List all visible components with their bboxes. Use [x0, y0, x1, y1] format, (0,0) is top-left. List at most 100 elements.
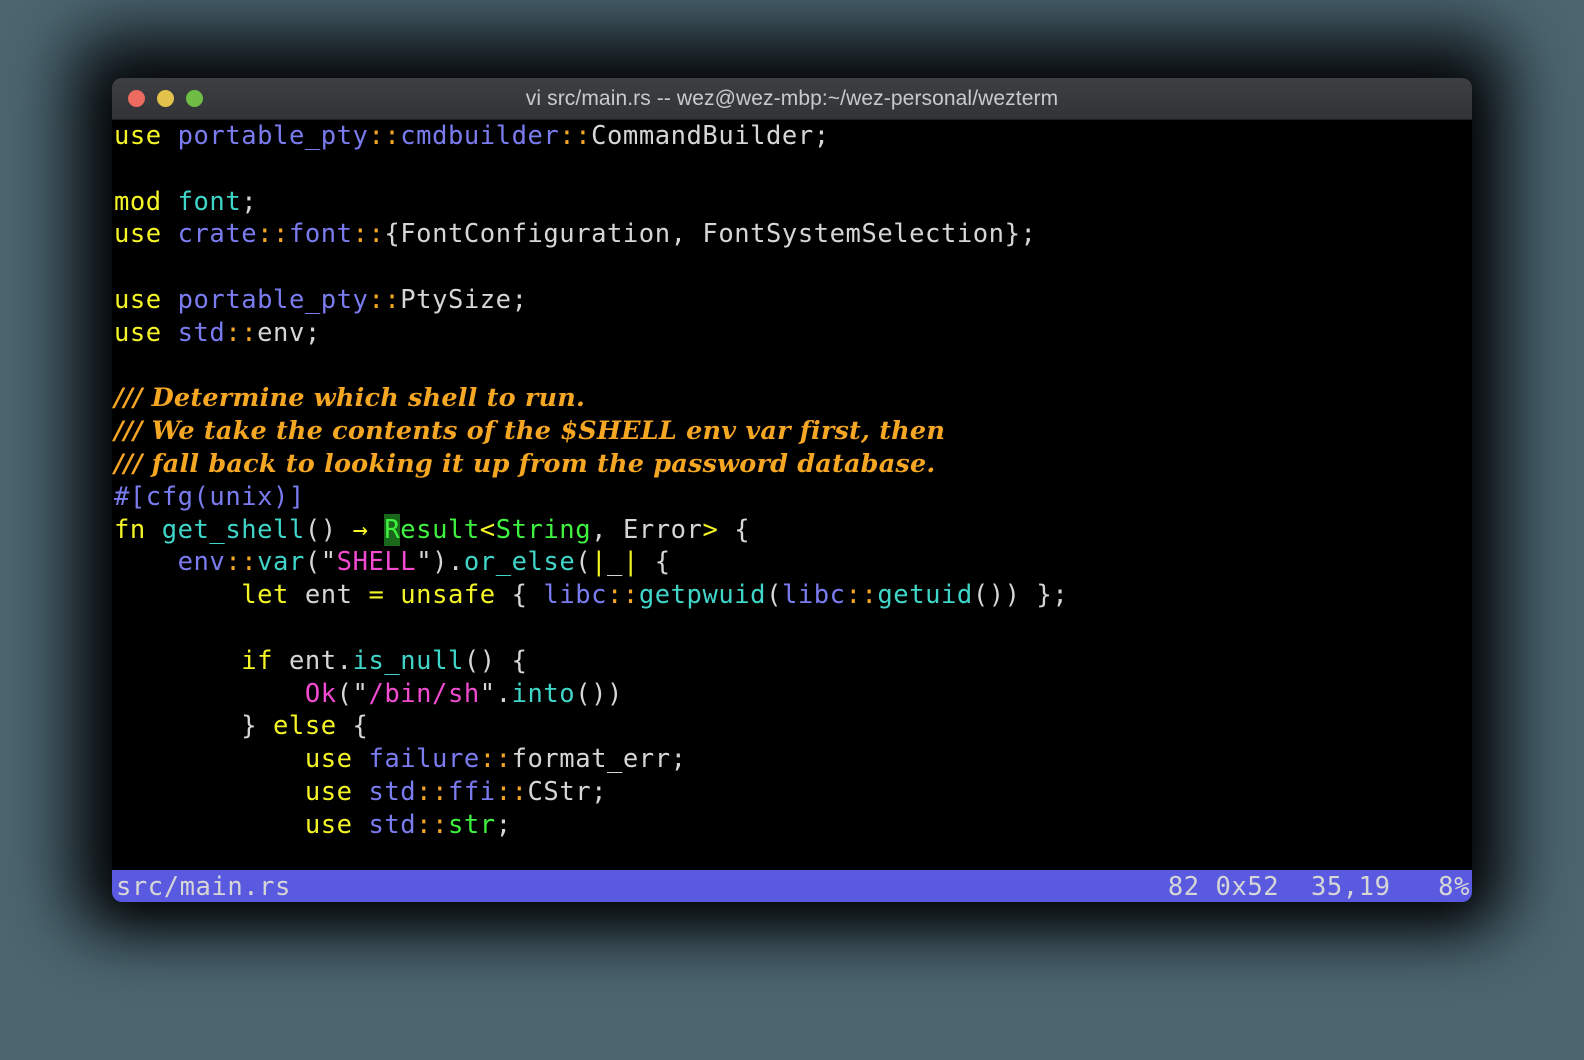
editor-line[interactable]: let ent = unsafe { libc::getpwuid(libc::…: [112, 579, 1472, 612]
zoom-button[interactable]: [186, 90, 203, 107]
editor-line[interactable]: /// Determine which shell to run.: [112, 382, 1472, 415]
code-token: mod: [114, 186, 162, 217]
code-token: ent: [288, 645, 337, 676]
editor-line[interactable]: /// fall back to looking it up from the …: [112, 448, 1472, 481]
code-token: use: [304, 776, 353, 807]
close-button[interactable]: [128, 90, 145, 107]
code-token: SHELL: [336, 547, 417, 578]
editor-line[interactable]: /// We take the contents of the $SHELL e…: [112, 415, 1472, 448]
code-token: ::: [845, 580, 878, 611]
code-token: /// fall back to looking it up from the …: [114, 448, 936, 479]
editor-line[interactable]: env::var("SHELL").or_else(|_| {: [112, 546, 1472, 579]
code-token: esult: [400, 514, 480, 545]
code-token: get_shell: [161, 514, 305, 545]
code-token: {: [718, 514, 751, 545]
code-token: use: [304, 744, 353, 775]
code-token: {: [638, 547, 671, 578]
code-token: else: [273, 711, 337, 742]
code-token: ::: [479, 744, 512, 775]
code-token: CStr: [527, 776, 592, 807]
code-token: use: [304, 809, 353, 840]
editor-text-area[interactable]: use portable_pty::cmdbuilder::CommandBui…: [112, 120, 1472, 842]
code-token: ::: [368, 121, 401, 151]
code-token: ::: [495, 776, 528, 807]
code-token: let: [241, 580, 289, 611]
code-token: Ok: [304, 678, 337, 709]
editor-line[interactable]: [112, 153, 1472, 186]
code-token: getpwuid: [638, 580, 767, 611]
minimize-button[interactable]: [157, 90, 174, 107]
code-token: Error: [622, 514, 703, 545]
editor-line[interactable]: use std::env;: [112, 317, 1472, 350]
code-token: libc: [543, 580, 608, 611]
code-token: std: [368, 809, 417, 840]
window-controls: [128, 78, 203, 119]
code-token: ::: [368, 284, 401, 315]
code-token: var: [257, 547, 305, 578]
code-token: (: [575, 547, 592, 578]
code-token: ::: [416, 776, 448, 807]
editor-line[interactable]: } else {: [112, 710, 1472, 743]
code-token: str: [447, 809, 496, 840]
window-titlebar[interactable]: vi src/main.rs -- wez@wez-mbp:~/wez-pers…: [112, 78, 1472, 120]
editor-line[interactable]: Ok("/bin/sh".into()): [112, 678, 1472, 711]
editor-line[interactable]: if ent.is_null() {: [112, 645, 1472, 678]
code-token: unsafe: [400, 580, 496, 611]
code-token: ,: [591, 514, 623, 545]
code-token: ::: [352, 219, 385, 250]
code-token: ": [479, 678, 496, 709]
editor-line[interactable]: mod font;: [112, 186, 1472, 219]
code-token: .: [336, 645, 353, 676]
code-token: ): [432, 547, 448, 578]
editor-line[interactable]: use failure::format_err;: [112, 743, 1472, 776]
code-token: ::: [225, 547, 258, 578]
code-token: CommandBuilder: [591, 121, 814, 151]
editor-line[interactable]: use std::ffi::CStr;: [112, 776, 1472, 809]
code-token: ::: [225, 317, 258, 348]
editor-line[interactable]: [112, 251, 1472, 284]
code-token: ::: [416, 809, 448, 840]
code-token: →: [352, 514, 369, 545]
editor-line[interactable]: [112, 350, 1472, 383]
code-token: ::: [559, 121, 592, 151]
editor-line[interactable]: use portable_pty::cmdbuilder::CommandBui…: [112, 120, 1472, 153]
code-token: #[cfg(unix)]: [114, 481, 305, 512]
code-token: {: [336, 711, 369, 742]
code-token: ()) };: [972, 580, 1069, 611]
code-token: |: [591, 547, 608, 578]
editor-line[interactable]: [112, 612, 1472, 645]
code-token: /// We take the contents of the $SHELL e…: [114, 416, 946, 447]
code-token: portable_pty: [177, 284, 369, 315]
editor-line[interactable]: use portable_pty::PtySize;: [112, 284, 1472, 317]
code-token: crate: [177, 219, 258, 250]
terminal-viewport[interactable]: use portable_pty::cmdbuilder::CommandBui…: [112, 120, 1472, 902]
window-title: vi src/main.rs -- wez@wez-mbp:~/wez-pers…: [525, 86, 1059, 110]
code-token: font: [288, 219, 353, 250]
editor-line[interactable]: use std::str;: [112, 809, 1472, 842]
editor-line[interactable]: fn get_shell() → Result<String, Error> {: [112, 513, 1472, 547]
code-token: format_err: [511, 744, 671, 775]
code-token: ;: [813, 121, 830, 151]
vi-status-line: src/main.rs 82 0x52 35,19 8%: [112, 870, 1472, 902]
code-token: ent: [304, 580, 353, 611]
code-token: ffi: [447, 776, 496, 807]
code-token: .: [448, 547, 464, 578]
status-filename: src/main.rs: [116, 871, 291, 902]
text-cursor: R: [384, 513, 401, 547]
code-token: ::: [257, 219, 289, 250]
code-token: ": [352, 678, 369, 709]
editor-line[interactable]: #[cfg(unix)]: [112, 481, 1472, 514]
code-token: is_null: [352, 645, 464, 676]
editor-line[interactable]: use crate::font::{FontConfiguration, Fon…: [112, 218, 1472, 251]
